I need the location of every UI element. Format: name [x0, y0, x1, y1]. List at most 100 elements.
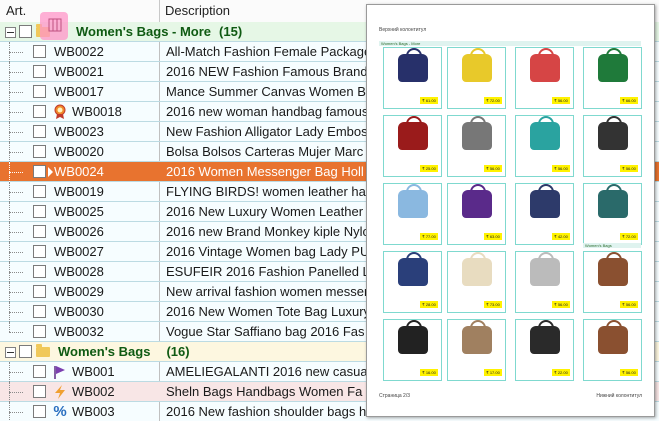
page-footer: Нижний колонтитул	[596, 393, 642, 399]
bag-thumbnail	[462, 252, 492, 286]
price-tag: ₹ 56.00	[484, 165, 502, 172]
bag-thumbnail	[530, 116, 560, 150]
art-cell: WB0018	[72, 104, 122, 119]
collapse-toggle-icon[interactable]	[5, 27, 16, 38]
row-checkbox[interactable]	[33, 125, 46, 138]
row-checkbox[interactable]	[33, 85, 46, 98]
group-title: Women's Bags (16)	[58, 344, 190, 359]
bag-thumbnail	[598, 48, 628, 82]
row-checkbox[interactable]	[33, 285, 46, 298]
bag-thumbnail	[598, 320, 628, 354]
drag-handle[interactable]	[40, 12, 68, 40]
product-card: ₹ 17.00	[447, 319, 506, 381]
price-tag: ₹ 28.00	[420, 301, 438, 308]
description-cell: New Fashion Alligator Lady Embos	[166, 124, 368, 139]
bag-thumbnail	[462, 116, 492, 150]
art-cell: WB0030	[54, 304, 104, 319]
page-number: Страница 2/3	[379, 393, 411, 399]
group-checkbox[interactable]	[19, 345, 32, 358]
product-card: ₹ 66.00	[583, 47, 642, 109]
product-card: ₹ 22.00	[515, 319, 574, 381]
column-header-art[interactable]: Art.	[6, 0, 26, 22]
group-checkbox[interactable]	[19, 25, 32, 38]
column-header-description[interactable]: Description	[165, 0, 230, 22]
bag-thumbnail	[398, 116, 428, 150]
bag-thumbnail	[530, 252, 560, 286]
art-cell: WB0027	[54, 244, 104, 259]
bag-thumbnail	[462, 320, 492, 354]
price-tag: ₹ 72.00	[484, 97, 502, 104]
bag-thumbnail	[398, 252, 428, 286]
group-title: Women's Bags - More (15)	[76, 24, 243, 39]
art-cell: WB0029	[54, 284, 104, 299]
description-cell: 2016 Vintage Women bag Lady PU	[166, 244, 370, 259]
product-card: ₹ 56.00	[583, 251, 642, 313]
description-cell: 2016 Women Messenger Bag Holl	[166, 164, 364, 179]
row-checkbox[interactable]	[33, 225, 46, 238]
price-tag: ₹ 66.00	[620, 97, 638, 104]
row-checkbox[interactable]	[33, 405, 46, 418]
product-card: ₹ 25.00	[383, 115, 442, 177]
row-checkbox[interactable]	[33, 245, 46, 258]
price-tag: ₹ 72.00	[620, 233, 638, 240]
row-checkbox[interactable]	[33, 165, 46, 178]
art-cell: WB003	[72, 404, 115, 419]
flag-icon	[54, 366, 65, 379]
bag-thumbnail	[530, 184, 560, 218]
column-divider[interactable]	[159, 0, 160, 22]
price-tag: ₹ 25.00	[420, 165, 438, 172]
bag-thumbnail	[398, 320, 428, 354]
row-checkbox[interactable]	[33, 265, 46, 278]
description-cell: All-Match Fashion Female Package	[166, 44, 372, 59]
product-card: ₹ 16.00	[383, 319, 442, 381]
product-card: ₹ 56.00	[515, 47, 574, 109]
product-card: ₹ 56.00	[447, 115, 506, 177]
row-checkbox[interactable]	[33, 385, 46, 398]
row-checkbox[interactable]	[33, 105, 46, 118]
art-cell: WB002	[72, 384, 115, 399]
price-tag: ₹ 61.00	[420, 97, 438, 104]
collapse-toggle-icon[interactable]	[5, 347, 16, 358]
product-card: ₹ 56.00	[583, 115, 642, 177]
folder-icon	[36, 344, 50, 357]
art-cell: WB0026	[54, 224, 104, 239]
row-checkbox[interactable]	[33, 185, 46, 198]
description-cell: 2016 New Women Tote Bag Luxury	[166, 304, 371, 319]
description-cell: ESUFEIR 2016 Fashion Panelled L	[166, 264, 370, 279]
art-cell: WB0017	[54, 84, 104, 99]
row-checkbox[interactable]	[33, 305, 46, 318]
percent-icon: %	[53, 403, 67, 420]
product-card: ₹ 72.00	[583, 183, 642, 245]
art-cell: WB001	[72, 364, 115, 379]
description-cell: Mance Summer Canvas Women Bag	[166, 84, 381, 99]
description-cell: 2016 new woman handbag famous	[166, 104, 369, 119]
bag-thumbnail	[398, 48, 428, 82]
price-tag: ₹ 56.00	[620, 301, 638, 308]
price-tag: ₹ 22.00	[552, 369, 570, 376]
product-card: ₹ 61.00	[383, 47, 442, 109]
price-tag: ₹ 56.00	[552, 97, 570, 104]
art-cell: WB0021	[54, 64, 104, 79]
product-card: ₹ 63.00	[447, 183, 506, 245]
bag-thumbnail	[598, 252, 628, 286]
row-checkbox[interactable]	[33, 365, 46, 378]
price-tag: ₹ 63.00	[484, 233, 502, 240]
art-cell: WB0028	[54, 264, 104, 279]
product-card: ₹ 72.00	[447, 47, 506, 109]
description-cell: 2016 New fashion shoulder bags h	[166, 404, 367, 419]
art-cell: WB0020	[54, 144, 104, 159]
award-ribbon-icon	[54, 104, 66, 119]
row-checkbox[interactable]	[33, 45, 46, 58]
product-card: ₹ 73.00	[447, 251, 506, 313]
description-cell: Sheln Bags Handbags Women Fa	[166, 384, 363, 399]
row-checkbox[interactable]	[33, 205, 46, 218]
description-cell: 2016 NEW Fashion Famous Brand	[166, 64, 368, 79]
row-checkbox[interactable]	[33, 145, 46, 158]
row-checkbox[interactable]	[33, 325, 46, 338]
page-header: Верхний колонтитул	[379, 27, 427, 33]
row-checkbox[interactable]	[33, 65, 46, 78]
bag-thumbnail	[398, 184, 428, 218]
art-cell: WB0022	[54, 44, 104, 59]
description-cell: AMELIEGALANTI 2016 new casua	[166, 364, 368, 379]
description-cell: New arrival fashion women messer	[166, 284, 369, 299]
